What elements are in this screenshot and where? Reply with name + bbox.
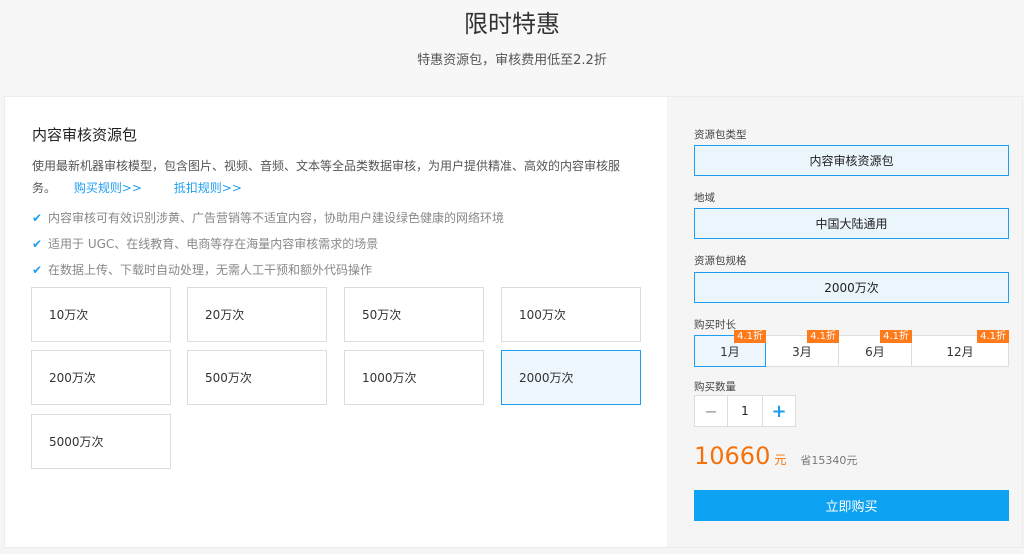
discount-badge: 4.1折 bbox=[807, 330, 839, 343]
duration-12m[interactable]: 12月 4.1折 bbox=[912, 330, 1009, 367]
price-unit: 元 bbox=[774, 453, 787, 467]
duration-text: 3月 bbox=[792, 344, 812, 359]
spec-select[interactable]: 2000万次 bbox=[694, 272, 1009, 303]
discount-badge: 4.1折 bbox=[880, 330, 912, 343]
duration-text: 12月 bbox=[946, 344, 974, 359]
feature-list: ✔ 内容审核可有效识别涉黄、广告营销等不适宜内容，协助用户建设绿色健康的网络环境 … bbox=[32, 205, 504, 283]
duration-3m[interactable]: 3月 4.1折 bbox=[766, 330, 839, 367]
duration-options: 1月 4.1折 3月 4.1折 6月 4.1折 12月 4.1折 bbox=[694, 330, 1009, 367]
option-20w[interactable]: 20万次 bbox=[187, 287, 327, 342]
feature-text: 适用于 UGC、在线教育、电商等存在海量内容审核需求的场景 bbox=[48, 237, 379, 251]
order-panel: 资源包类型 内容审核资源包 地域 中国大陆通用 资源包规格 2000万次 购买时… bbox=[667, 97, 1022, 547]
price-row: 10660 元 省15340元 bbox=[694, 442, 857, 470]
decrease-button[interactable]: − bbox=[695, 396, 727, 426]
package-card: 内容审核资源包 使用最新机器审核模型，包含图片、视频、音频、文本等全品类数据审核… bbox=[4, 96, 1023, 548]
feature-item: ✔ 适用于 UGC、在线教育、电商等存在海量内容审核需求的场景 bbox=[32, 231, 504, 257]
feature-text: 内容审核可有效识别涉黄、广告营销等不适宜内容，协助用户建设绿色健康的网络环境 bbox=[48, 211, 505, 225]
quantity-stepper: − 1 + bbox=[694, 395, 796, 427]
duration-label: 购买时长 bbox=[694, 319, 736, 331]
package-info-panel: 内容审核资源包 使用最新机器审核模型，包含图片、视频、音频、文本等全品类数据审核… bbox=[5, 97, 667, 547]
price-value: 10660 bbox=[694, 442, 771, 470]
quantity-input[interactable]: 1 bbox=[727, 396, 763, 426]
spec-label: 资源包规格 bbox=[694, 255, 747, 267]
option-500w[interactable]: 500万次 bbox=[187, 350, 327, 405]
promo-header: 限时特惠 特惠资源包，审核费用低至2.2折 bbox=[0, 0, 1024, 96]
deduction-rules-link[interactable]: 抵扣规则>> bbox=[174, 181, 242, 195]
type-label: 资源包类型 bbox=[694, 129, 747, 141]
option-50w[interactable]: 50万次 bbox=[344, 287, 484, 342]
duration-6m[interactable]: 6月 4.1折 bbox=[839, 330, 912, 367]
feature-item: ✔ 内容审核可有效识别涉黄、广告营销等不适宜内容，协助用户建设绿色健康的网络环境 bbox=[32, 205, 504, 231]
option-10w[interactable]: 10万次 bbox=[31, 287, 171, 342]
option-200w[interactable]: 200万次 bbox=[31, 350, 171, 405]
duration-text: 6月 bbox=[865, 344, 885, 359]
discount-badge: 4.1折 bbox=[977, 330, 1009, 343]
quantity-label: 购买数量 bbox=[694, 381, 736, 393]
feature-text: 在数据上传、下载时自动处理，无需人工干预和额外代码操作 bbox=[48, 263, 373, 277]
option-100w[interactable]: 100万次 bbox=[501, 287, 641, 342]
check-icon: ✔ bbox=[32, 263, 43, 277]
package-description: 使用最新机器审核模型，包含图片、视频、音频、文本等全品类数据审核，为用户提供精准… bbox=[32, 155, 642, 199]
type-select[interactable]: 内容审核资源包 bbox=[694, 145, 1009, 176]
discount-badge: 4.1折 bbox=[734, 330, 766, 343]
duration-text: 1月 bbox=[720, 344, 740, 359]
purchase-rules-link[interactable]: 购买规则>> bbox=[74, 181, 142, 195]
buy-now-button[interactable]: 立即购买 bbox=[694, 490, 1009, 521]
region-select[interactable]: 中国大陆通用 bbox=[694, 208, 1009, 239]
option-1000w[interactable]: 1000万次 bbox=[344, 350, 484, 405]
duration-1m[interactable]: 1月 4.1折 bbox=[694, 330, 766, 367]
package-title: 内容审核资源包 bbox=[32, 126, 138, 144]
check-icon: ✔ bbox=[32, 237, 43, 251]
saving-text: 省15340元 bbox=[800, 454, 858, 467]
page-title: 限时特惠 bbox=[464, 10, 560, 38]
feature-item: ✔ 在数据上传、下载时自动处理，无需人工干预和额外代码操作 bbox=[32, 257, 504, 283]
check-icon: ✔ bbox=[32, 211, 43, 225]
page-subtitle: 特惠资源包，审核费用低至2.2折 bbox=[417, 53, 607, 68]
option-2000w[interactable]: 2000万次 bbox=[501, 350, 641, 405]
option-5000w[interactable]: 5000万次 bbox=[31, 414, 171, 469]
region-label: 地域 bbox=[694, 192, 715, 204]
increase-button[interactable]: + bbox=[763, 396, 795, 426]
